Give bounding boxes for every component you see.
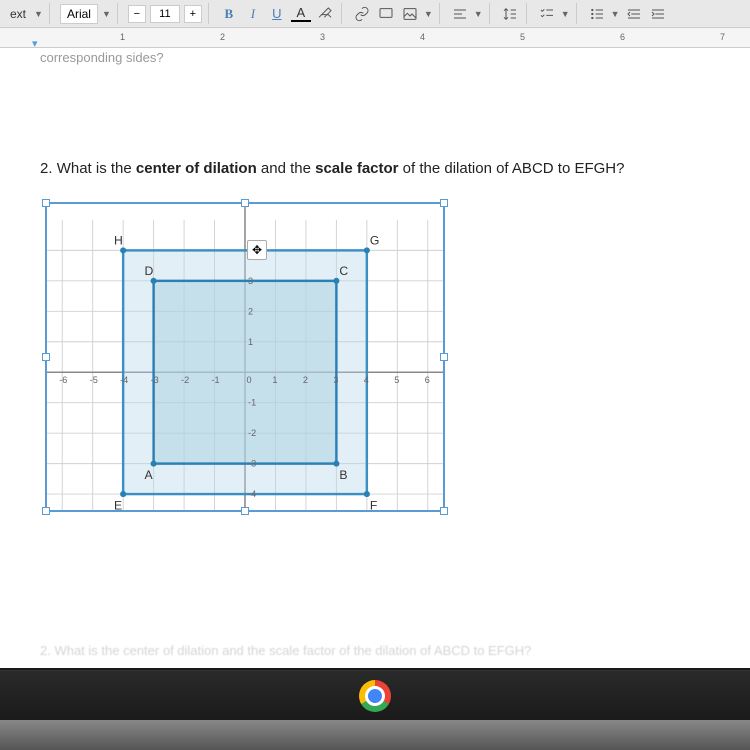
selection-handle[interactable] (42, 353, 50, 361)
move-cursor-icon: ✥ (247, 240, 267, 260)
italic-button[interactable]: I (243, 4, 263, 24)
text-color-button[interactable]: A (291, 6, 311, 22)
ruler-mark: 4 (420, 32, 425, 42)
font-size-input[interactable]: 11 (150, 5, 180, 23)
chevron-down-icon[interactable]: ▼ (102, 9, 111, 19)
ruler-mark: 5 (520, 32, 525, 42)
bold-button[interactable]: B (219, 4, 239, 24)
svg-text:0: 0 (247, 375, 252, 385)
chevron-down-icon[interactable]: ▼ (561, 9, 570, 19)
chrome-icon[interactable] (359, 680, 391, 712)
svg-text:-6: -6 (59, 375, 67, 385)
align-icon[interactable] (450, 4, 470, 24)
selection-handle[interactable] (241, 507, 249, 515)
selection-handle[interactable] (42, 199, 50, 207)
partial-text: corresponding sides? (40, 48, 710, 65)
decrease-font-button[interactable]: − (128, 5, 146, 23)
bullet-list-icon[interactable] (587, 4, 607, 24)
svg-text:-4: -4 (248, 489, 256, 499)
question-text: 2. What is the center of dilation and th… (40, 160, 710, 177)
selection-handle[interactable] (440, 353, 448, 361)
svg-text:1: 1 (272, 375, 277, 385)
svg-text:4: 4 (364, 375, 369, 385)
svg-text:-4: -4 (120, 375, 128, 385)
line-spacing-icon[interactable] (500, 4, 520, 24)
svg-text:1: 1 (248, 337, 253, 347)
svg-text:3: 3 (333, 375, 338, 385)
svg-text:C: C (339, 264, 348, 278)
svg-text:H: H (114, 233, 123, 247)
indent-decrease-icon[interactable] (624, 4, 644, 24)
chevron-down-icon[interactable]: ▼ (611, 9, 620, 19)
toolbar: ext ▼ Arial ▼ − 11 + B I U A ▼ (0, 0, 750, 28)
ruler-mark: 6 (620, 32, 625, 42)
svg-text:-2: -2 (181, 375, 189, 385)
svg-text:-1: -1 (248, 398, 256, 408)
font-name: Arial (67, 7, 91, 21)
svg-text:E: E (114, 498, 122, 510)
underline-button[interactable]: U (267, 4, 287, 24)
selection-handle[interactable] (440, 507, 448, 515)
svg-text:G: G (370, 233, 379, 247)
svg-text:2: 2 (303, 375, 308, 385)
link-icon[interactable] (352, 4, 372, 24)
chevron-down-icon[interactable]: ▼ (474, 9, 483, 19)
coordinate-grid: H G D C A B E F -6-5-4-3-2-10123456 4321… (47, 204, 443, 510)
svg-text:-3: -3 (151, 375, 159, 385)
graph-image[interactable]: H G D C A B E F -6-5-4-3-2-10123456 4321… (45, 202, 445, 512)
ruler-mark: 3 (320, 32, 325, 42)
next-page-faint-text: 2. What is the center of dilation and th… (40, 643, 531, 658)
selection-handle[interactable] (241, 199, 249, 207)
font-select[interactable]: Arial (60, 4, 98, 24)
svg-text:-5: -5 (90, 375, 98, 385)
svg-text:3: 3 (248, 276, 253, 286)
svg-text:-3: -3 (248, 459, 256, 469)
style-select-label[interactable]: ext (6, 7, 30, 21)
highlight-button[interactable] (315, 4, 335, 24)
indent-increase-icon[interactable] (648, 4, 668, 24)
ruler-mark: 7 (720, 32, 725, 42)
selection-handle[interactable] (42, 507, 50, 515)
svg-text:5: 5 (394, 375, 399, 385)
svg-text:2: 2 (248, 306, 253, 316)
svg-text:-2: -2 (248, 428, 256, 438)
svg-text:F: F (370, 498, 377, 510)
laptop-bezel (0, 720, 750, 750)
chevron-down-icon[interactable]: ▼ (424, 9, 433, 19)
image-icon[interactable] (400, 4, 420, 24)
svg-text:D: D (144, 264, 153, 278)
comment-icon[interactable] (376, 4, 396, 24)
svg-text:B: B (339, 468, 347, 482)
svg-text:A: A (144, 468, 153, 482)
increase-font-button[interactable]: + (184, 5, 202, 23)
selection-handle[interactable] (440, 199, 448, 207)
taskbar (0, 670, 750, 720)
document-content[interactable]: corresponding sides? 2. What is the cent… (0, 48, 750, 668)
checklist-icon[interactable] (537, 4, 557, 24)
svg-text:6: 6 (425, 375, 430, 385)
ruler-mark: 1 (120, 32, 125, 42)
ruler: ▾ 1 2 3 4 5 6 7 (0, 28, 750, 48)
chevron-down-icon[interactable]: ▼ (34, 9, 43, 19)
ruler-mark: 2 (220, 32, 225, 42)
svg-text:-1: -1 (211, 375, 219, 385)
